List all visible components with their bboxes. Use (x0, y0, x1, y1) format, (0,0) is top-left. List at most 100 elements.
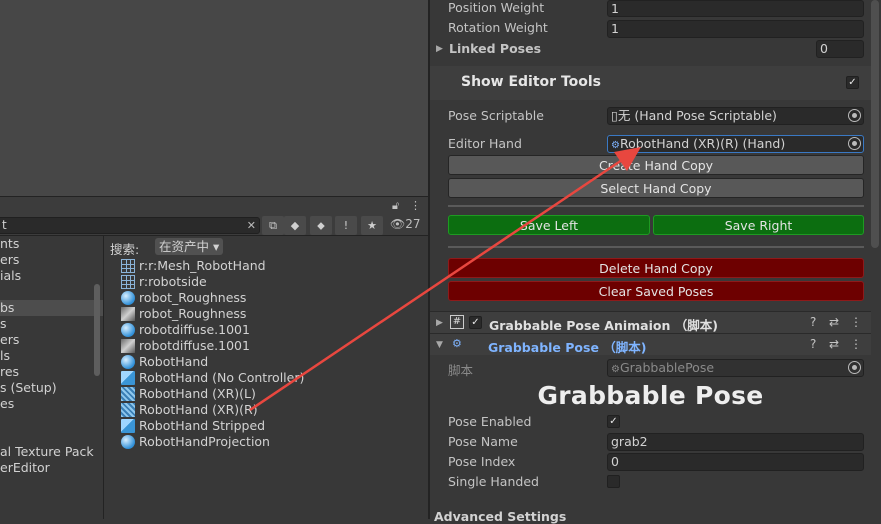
filter-type-icon[interactable]: ◆ (284, 216, 306, 235)
asset-list: r:r:Mesh_RobotHand r:robotside robot_Rough… (120, 258, 304, 450)
component-title: Grabbable Pose （脚本) (488, 340, 647, 355)
show-editor-tools-checkbox[interactable]: ✓ (846, 76, 859, 89)
material-icon (121, 323, 135, 337)
object-picker-icon[interactable] (848, 137, 861, 150)
more-menu-icon[interactable]: ⋮ (850, 315, 862, 329)
folder-tree-item[interactable]: erEditor (0, 460, 103, 476)
component-enabled-checkbox[interactable]: ✓ (469, 316, 482, 329)
position-weight-field[interactable]: 1 (607, 0, 864, 17)
asset-item[interactable]: robot_Roughness (120, 290, 304, 306)
favorite-star-icon[interactable]: ★ (361, 216, 383, 235)
more-menu-icon[interactable]: ⋮ (850, 337, 862, 351)
search-scope-label: 搜索: (110, 242, 140, 257)
clear-saved-poses-button[interactable]: Clear Saved Poses (448, 281, 864, 301)
more-menu-icon[interactable]: ⋮ (410, 199, 421, 212)
folder-tree-item[interactable]: nts (0, 236, 103, 252)
presets-icon[interactable]: ⇄ (829, 315, 839, 329)
pose-scriptable-field[interactable]: ▯无 (Hand Pose Scriptable) (607, 107, 864, 125)
asset-item[interactable]: RobotHand (XR)(L) (120, 386, 304, 402)
asset-name: robotdiffuse.1001 (139, 322, 250, 337)
linked-poses-size-field[interactable]: 0 (816, 40, 864, 58)
material-icon (121, 291, 135, 305)
help-icon[interactable]: ? (810, 315, 816, 329)
folder-tree-item[interactable]: al Texture Pack (0, 444, 103, 460)
grabbable-pose-animaion-header[interactable]: ▶ # ✓ Grabbable Pose Animaion （脚本) ? ⇄ ⋮ (430, 311, 871, 333)
linked-poses-label[interactable]: Linked Poses (449, 41, 541, 56)
lock-icon[interactable]: 🔓︎ (392, 199, 399, 213)
texture-icon (121, 339, 135, 353)
folder-tree-item[interactable]: ers (0, 252, 103, 268)
create-hand-copy-button[interactable]: Create Hand Copy (448, 155, 864, 175)
asset-name: RobotHand (No Controller) (139, 370, 305, 385)
select-hand-copy-button[interactable]: Select Hand Copy (448, 178, 864, 198)
linked-poses-foldout-icon[interactable]: ▶ (436, 44, 443, 54)
asset-name: robot_Roughness (139, 306, 247, 321)
folder-tree-item[interactable]: ials (0, 268, 103, 284)
folder-tree-item[interactable]: res (0, 364, 103, 380)
project-search-input[interactable]: t ✕ (0, 217, 260, 234)
asset-item[interactable]: robotdiffuse.1001 (120, 322, 304, 338)
advanced-settings-foldout[interactable]: Advanced Settings (434, 509, 566, 524)
folder-tree-scrollbar[interactable] (94, 284, 100, 376)
script-label: 脚本 (448, 363, 474, 378)
pose-name-field[interactable]: grab2 (607, 433, 864, 451)
folder-tree-item[interactable] (0, 284, 103, 300)
rotation-weight-label: Rotation Weight (448, 20, 548, 35)
asset-item[interactable]: RobotHand Stripped (120, 418, 304, 434)
asset-item[interactable]: RobotHand (XR)(R) (120, 402, 304, 418)
pose-index-label: Pose Index (448, 454, 516, 469)
folder-tree-item[interactable]: s (Setup) (0, 380, 103, 396)
folder-tree-item[interactable]: ls (0, 348, 103, 364)
folder-tree-item[interactable] (0, 428, 103, 444)
grabbable-pose-title: Grabbable Pose (537, 381, 764, 410)
asset-item[interactable]: robotdiffuse.1001 (120, 338, 304, 354)
object-picker-icon[interactable] (848, 109, 861, 122)
search-scope-dropdown[interactable]: 在资产中 ▾ (155, 238, 224, 255)
search-by-type-icon[interactable]: ⧉ (262, 216, 284, 235)
project-panel-header: 🔓︎ ⋮ (0, 196, 428, 214)
single-handed-checkbox[interactable] (607, 475, 620, 488)
help-icon[interactable]: ? (810, 337, 816, 351)
asset-item[interactable]: RobotHandProjection (120, 434, 304, 450)
file-icon: ▯ (611, 108, 618, 123)
folder-tree-item[interactable]: bs (0, 300, 103, 316)
prefab-variant-icon (121, 403, 135, 417)
asset-item[interactable]: r:robotside (120, 274, 304, 290)
editor-hand-field[interactable]: ⚙RobotHand (XR)(R) (Hand) (607, 135, 864, 153)
asset-item[interactable]: RobotHand (No Controller) (120, 370, 304, 386)
clear-search-icon[interactable]: ✕ (247, 218, 256, 233)
mesh-icon (121, 275, 135, 289)
warning-filter-icon[interactable]: ! (335, 216, 357, 235)
folder-tree-item[interactable]: s (0, 316, 103, 332)
presets-icon[interactable]: ⇄ (829, 337, 839, 351)
rotation-weight-field[interactable]: 1 (607, 20, 864, 38)
label-filter-icon[interactable]: ⬥ (310, 216, 332, 235)
prefab-icon (121, 419, 135, 433)
folder-tree[interactable]: nts ers ials bs s ers ls res s (Setup) es al Textu… (0, 236, 104, 519)
show-editor-tools-label: Show Editor Tools (461, 74, 602, 90)
inspector-scrollbar[interactable] (871, 0, 879, 248)
folder-tree-item[interactable] (0, 412, 103, 428)
folder-tree-item[interactable]: es (0, 396, 103, 412)
asset-item[interactable]: RobotHand (120, 354, 304, 370)
editor-hand-label: Editor Hand (448, 136, 522, 151)
single-handed-label: Single Handed (448, 474, 539, 489)
pose-enabled-checkbox[interactable]: ✓ (607, 415, 620, 428)
scene-view[interactable] (0, 0, 428, 196)
asset-list-panel: 搜索: 在资产中 ▾ r:r:Mesh_RobotHand r:robotside… (104, 236, 428, 519)
hidden-packages-count[interactable]: 👁︎27 (390, 217, 421, 231)
asset-name: RobotHand (XR)(L) (139, 386, 256, 401)
foldout-arrow-icon[interactable]: ▼ (436, 340, 443, 350)
texture-icon (121, 307, 135, 321)
grabbable-pose-header[interactable]: ▼ ⚙ Grabbable Pose （脚本) ? ⇄ ⋮ (430, 333, 871, 355)
save-right-button[interactable]: Save Right (653, 215, 864, 235)
foldout-arrow-icon[interactable]: ▶ (436, 318, 443, 328)
script-gear-icon: ⚙ (452, 337, 462, 350)
save-left-button[interactable]: Save Left (448, 215, 650, 235)
asset-item[interactable]: r:r:Mesh_RobotHand (120, 258, 304, 274)
delete-hand-copy-button[interactable]: Delete Hand Copy (448, 258, 864, 278)
folder-tree-item[interactable]: ers (0, 332, 103, 348)
asset-item[interactable]: robot_Roughness (120, 306, 304, 322)
pose-index-field[interactable]: 0 (607, 453, 864, 471)
pose-name-label: Pose Name (448, 434, 518, 449)
